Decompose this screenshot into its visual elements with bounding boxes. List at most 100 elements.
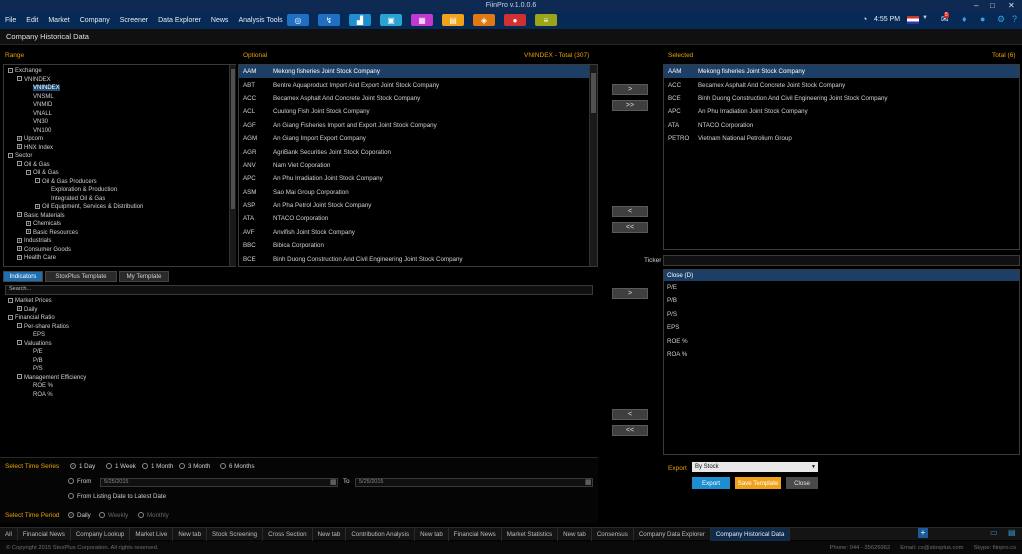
- list-item[interactable]: BBC Bibica Corporation: [239, 239, 597, 252]
- close-header[interactable]: Close (D): [664, 270, 1019, 281]
- flag-icon[interactable]: [907, 16, 919, 24]
- help-icon[interactable]: ?: [1012, 14, 1017, 24]
- tree-item[interactable]: Integrated Oil & Gas: [8, 195, 235, 204]
- time-series-option[interactable]: 1 Month: [142, 463, 173, 470]
- radio-icon[interactable]: [106, 463, 112, 470]
- list-icon[interactable]: ≡: [535, 14, 557, 26]
- ticker-input[interactable]: [663, 255, 1020, 266]
- market-icon[interactable]: ↯: [318, 14, 340, 26]
- tab-my-template[interactable]: My Template: [119, 271, 169, 282]
- list-item[interactable]: APC An Phu Irradiation Joint Stock Compan…: [664, 105, 1019, 118]
- tree-item[interactable]: - Market Prices: [8, 297, 238, 306]
- expand-icon[interactable]: +: [17, 246, 22, 252]
- list-item[interactable]: AGR AgriBank Securities Joint Stock Copor…: [239, 145, 597, 158]
- radio-icon[interactable]: [220, 463, 226, 470]
- tree-item[interactable]: VNSML: [8, 93, 235, 102]
- tree-item[interactable]: VNALL: [8, 110, 235, 119]
- tree-item[interactable]: - Oil & Gas Producers: [8, 178, 235, 187]
- time-period-option[interactable]: Monthly: [138, 512, 169, 519]
- tree-item[interactable]: P/B: [8, 357, 238, 366]
- selected-indicator[interactable]: ROA %: [664, 348, 1019, 361]
- expand-icon[interactable]: +: [17, 237, 22, 243]
- add-indicator-button[interactable]: >: [612, 288, 648, 299]
- time-period-option[interactable]: Daily: [68, 512, 91, 519]
- chart-icon[interactable]: ▟: [349, 14, 371, 26]
- record-icon[interactable]: ●: [504, 14, 526, 26]
- tree-item[interactable]: - Valuations: [8, 340, 238, 349]
- tree-item[interactable]: EPS: [8, 331, 238, 340]
- selected-indicator[interactable]: ROE %: [664, 335, 1019, 348]
- indicators-tree[interactable]: - Market Prices + Daily - Financial Ratio - Per…: [8, 297, 238, 447]
- expand-icon[interactable]: +: [17, 135, 22, 141]
- time-series-option[interactable]: 6 Months: [220, 463, 254, 470]
- radio-icon[interactable]: [68, 512, 74, 519]
- list-item[interactable]: ATA NTACO Corporation: [239, 212, 597, 225]
- tree-item[interactable]: - Oil & Gas: [8, 161, 235, 170]
- bottom-tab[interactable]: Cross Section: [263, 527, 313, 541]
- tree-item[interactable]: VNINDEX: [8, 84, 235, 93]
- expand-icon[interactable]: +: [35, 203, 40, 209]
- home-icon[interactable]: ◎: [287, 14, 309, 26]
- bottom-tab[interactable]: Stock Screening: [207, 527, 264, 541]
- add-all-button[interactable]: >>: [612, 100, 648, 111]
- selected-indicator[interactable]: P/E: [664, 281, 1019, 294]
- indicator-search-input[interactable]: Search...: [5, 285, 593, 295]
- expand-icon[interactable]: +: [17, 254, 22, 260]
- tree-item[interactable]: + Basic Resources: [8, 229, 235, 238]
- list-item[interactable]: ANV Nam Viet Coporation: [239, 159, 597, 172]
- remove-all-button[interactable]: <<: [612, 222, 648, 233]
- bell-icon[interactable]: ♦: [962, 14, 967, 24]
- bottom-tab[interactable]: Financial News: [449, 527, 502, 541]
- save-template-button[interactable]: Save Template: [735, 477, 781, 489]
- radio-icon[interactable]: [70, 463, 76, 470]
- radio-icon[interactable]: [138, 512, 144, 519]
- selected-indicator[interactable]: EPS: [664, 321, 1019, 334]
- tree-item[interactable]: - Sector: [8, 152, 235, 161]
- expand-icon[interactable]: +: [26, 229, 31, 235]
- collapse-icon[interactable]: -: [8, 314, 13, 320]
- expand-icon[interactable]: +: [17, 306, 22, 312]
- list-item[interactable]: ABT Bentre Aquaproduct Import And Export …: [239, 78, 597, 91]
- collapse-icon[interactable]: -: [17, 76, 22, 82]
- menu-item-company[interactable]: Company: [75, 12, 115, 29]
- bottom-tab[interactable]: Company Lookup: [71, 527, 131, 541]
- tree-item[interactable]: + Health Care: [8, 254, 235, 263]
- to-date-input[interactable]: 5/25/2015: [355, 478, 593, 487]
- bottom-tab[interactable]: Market Live: [130, 527, 174, 541]
- menu-item-screener[interactable]: Screener: [115, 12, 153, 29]
- selected-indicator[interactable]: P/S: [664, 308, 1019, 321]
- tab-stoxplus-template[interactable]: StoxPlus Template: [45, 271, 117, 282]
- selected-indicator[interactable]: P/B: [664, 294, 1019, 307]
- collapse-icon[interactable]: -: [8, 152, 13, 158]
- tree-item[interactable]: P/S: [8, 365, 238, 374]
- listing-radio[interactable]: [68, 493, 74, 500]
- list-item[interactable]: AGF An Giang Fisheries Import and Export …: [239, 119, 597, 132]
- menu-item-file[interactable]: File: [0, 12, 21, 29]
- tree-item[interactable]: ROE %: [8, 382, 238, 391]
- list-item[interactable]: ASP An Pha Petrol Joint Stock Company: [239, 199, 597, 212]
- optional-stock-list[interactable]: AAM Mekong fisheries Joint Stock Company A…: [238, 64, 598, 267]
- list-item[interactable]: BCE Binh Duong Construction And Civil Eng…: [664, 92, 1019, 105]
- tree-item[interactable]: + Daily: [8, 306, 238, 315]
- from-radio[interactable]: [68, 478, 74, 485]
- collapse-icon[interactable]: -: [17, 340, 22, 346]
- tree-item[interactable]: + Oil Equipment, Services & Distribution: [8, 203, 235, 212]
- from-option[interactable]: From: [68, 478, 91, 485]
- remove-indicator-button[interactable]: <: [612, 409, 648, 420]
- remove-button[interactable]: <: [612, 206, 648, 217]
- from-date-input[interactable]: 5/25/2015: [100, 478, 338, 487]
- screener-icon[interactable]: ▦: [411, 14, 433, 26]
- tree-item[interactable]: - Per-share Ratios: [8, 323, 238, 332]
- menu-item-news[interactable]: News: [206, 12, 234, 29]
- tree-item[interactable]: ROA %: [8, 391, 238, 400]
- tree-item[interactable]: Exploration & Production: [8, 186, 235, 195]
- collapse-icon[interactable]: -: [17, 323, 22, 329]
- collapse-icon[interactable]: -: [8, 297, 13, 303]
- list-item[interactable]: ACL Cuulong Fish Joint Stock Company: [239, 105, 597, 118]
- list-item[interactable]: ACC Becamex Asphalt And Concrete Joint St…: [239, 92, 597, 105]
- listing-option[interactable]: From Listing Date to Latest Date: [68, 493, 166, 500]
- collapse-icon[interactable]: -: [35, 178, 40, 184]
- tree-item[interactable]: - VNINDEX: [8, 76, 235, 85]
- selected-stock-list[interactable]: AAM Mekong fisheries Joint Stock Company A…: [663, 64, 1020, 250]
- tree-item[interactable]: - Management Efficiency: [8, 374, 238, 383]
